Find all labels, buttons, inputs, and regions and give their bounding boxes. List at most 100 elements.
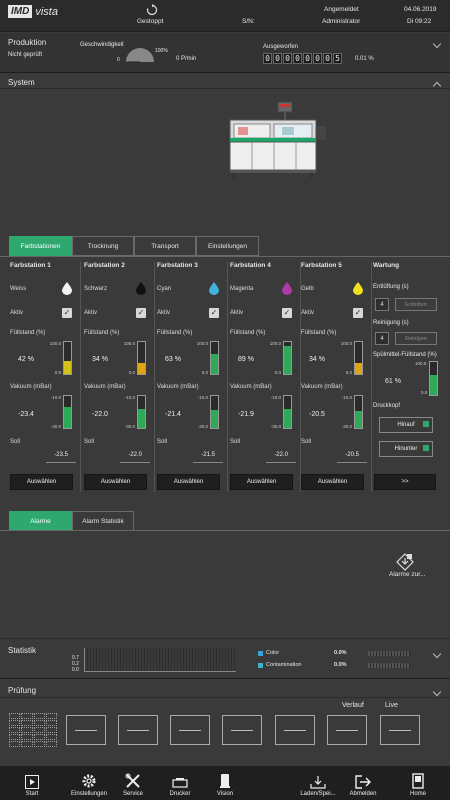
tab-alarme[interactable]: Alarme: [9, 511, 72, 531]
inspection-history-slot[interactable]: [327, 715, 367, 745]
clean-button[interactable]: Reinigen: [395, 332, 437, 345]
color-station: Farbstation 3 Cyan Aktiv ✓ Füllstand (%)…: [155, 262, 228, 492]
inspection-slot[interactable]: [118, 715, 158, 745]
nav-service[interactable]: Service: [118, 766, 148, 800]
date-display: 04.06.2019: [404, 6, 437, 13]
gauge-bottom-label: -30.0: [197, 424, 208, 429]
user-name[interactable]: Administrator: [322, 18, 360, 25]
setpoint-underline: [266, 462, 296, 463]
venting-input[interactable]: 4: [375, 298, 389, 311]
select-button[interactable]: Auswählen: [157, 474, 220, 490]
nav-home[interactable]: Home: [404, 766, 432, 800]
nav-start[interactable]: Start: [14, 766, 50, 800]
color-value: 0.0%: [334, 650, 347, 656]
active-checkbox[interactable]: ✓: [282, 308, 292, 318]
inspection-grid[interactable]: [9, 713, 57, 747]
inspection-slot[interactable]: [170, 715, 210, 745]
tab-einstellungen[interactable]: Einstellungen: [196, 236, 259, 256]
setpoint-value[interactable]: -22.0: [128, 452, 142, 458]
active-checkbox[interactable]: ✓: [209, 308, 219, 318]
more-button[interactable]: >>: [374, 474, 436, 490]
vacuum-label: Vakuum (mBar): [84, 384, 126, 390]
nav-printer[interactable]: Drucker: [166, 766, 194, 800]
chevron-down-icon[interactable]: [432, 649, 442, 659]
gauge-top-label: 100.0: [196, 341, 208, 346]
fill-level-value: 63 %: [165, 356, 181, 363]
setpoint-underline: [337, 462, 367, 463]
printhead-down-button[interactable]: Hinunter: [379, 441, 433, 457]
contamination-value: 0.0%: [334, 662, 347, 668]
logout-icon: [355, 775, 371, 789]
production-status: Nicht geprüft: [8, 52, 43, 58]
inspection-slot[interactable]: [275, 715, 315, 745]
setpoint-value[interactable]: -20.5: [345, 452, 359, 458]
color-trend-bar: [368, 651, 410, 656]
fill-level-gauge: [283, 341, 292, 375]
select-button[interactable]: Auswählen: [301, 474, 364, 490]
gauge-bottom-label: 0.0: [345, 370, 352, 375]
chevron-down-icon[interactable]: [432, 687, 442, 697]
select-button[interactable]: Auswählen: [230, 474, 293, 490]
nav-load-save[interactable]: Laden/Spei...: [296, 766, 340, 800]
setpoint-value[interactable]: -23.5: [54, 452, 68, 458]
gauge-top-label: -10.0: [341, 395, 352, 400]
gauge-bottom-label: -30.0: [124, 424, 135, 429]
gauge-bottom-label: -30.0: [270, 424, 281, 429]
fill-level-label: Füllstand (%): [10, 330, 46, 336]
contamination-label: Contamination: [266, 662, 302, 668]
status-led: [423, 445, 429, 451]
color-name: Cyan: [157, 286, 172, 292]
vacuum-label: Vakuum (mBar): [157, 384, 199, 390]
counter-digit: 0: [313, 53, 322, 64]
counter-digit: 0: [283, 53, 292, 64]
machine-state: Gestoppt: [137, 18, 164, 25]
select-button[interactable]: Auswählen: [84, 474, 147, 490]
login-label: Angemeldet: [324, 6, 359, 13]
gauge-top-label: 100.0: [49, 341, 61, 346]
refresh-icon[interactable]: [146, 4, 158, 16]
inspection-slot[interactable]: [222, 715, 262, 745]
tab-transport[interactable]: Transport: [134, 236, 196, 256]
nav-settings[interactable]: Einstellungen: [66, 766, 112, 800]
empty-dash: [231, 730, 253, 731]
color-name: Weiss: [10, 286, 27, 292]
active-checkbox[interactable]: ✓: [62, 308, 72, 318]
tab-alarm-statistik[interactable]: Alarm Statistik: [72, 511, 134, 531]
alarm-acknowledge-icon[interactable]: [396, 553, 414, 571]
inspection-live-slot[interactable]: [380, 715, 420, 745]
cleaning-input[interactable]: 4: [375, 332, 389, 345]
active-checkbox[interactable]: ✓: [353, 308, 363, 318]
empty-dash: [284, 730, 306, 731]
counter-digit: 5: [333, 53, 342, 64]
setpoint-label: Soll: [230, 439, 241, 445]
vent-button[interactable]: Entlüften: [395, 298, 437, 311]
gauge-fill: [64, 406, 71, 428]
alarm-acknowledge-label[interactable]: Alarme zur...: [389, 571, 425, 578]
setpoint-value[interactable]: -21.5: [201, 452, 215, 458]
maintenance-panel: Wartung Entlüftung (s) 4 Entlüften Reini…: [371, 262, 446, 492]
ink-drop-icon: [209, 282, 219, 295]
printhead-up-button[interactable]: Hinauf: [379, 417, 433, 433]
inspection-slot[interactable]: [66, 715, 106, 745]
gauge-fill: [138, 408, 145, 428]
production-title[interactable]: Produktion: [8, 38, 46, 47]
ejected-label: Ausgeworfen: [263, 44, 299, 50]
statistics-title[interactable]: Statistik: [8, 646, 36, 655]
setpoint-value[interactable]: -22.0: [274, 452, 288, 458]
fill-level-value: 34 %: [92, 356, 108, 363]
select-button[interactable]: Auswählen: [10, 474, 73, 490]
chevron-down-icon[interactable]: [432, 39, 442, 49]
speed-min: 0: [117, 57, 120, 63]
active-checkbox[interactable]: ✓: [136, 308, 146, 318]
nav-vision-label: Vision: [216, 791, 234, 797]
tab-trocknung[interactable]: Trocknung: [72, 236, 134, 256]
inspection-title[interactable]: Prüfung: [8, 686, 36, 695]
system-title[interactable]: System: [8, 78, 35, 87]
setpoint-underline: [120, 462, 150, 463]
gauge-fill: [284, 345, 291, 374]
nav-vision[interactable]: Vision: [212, 766, 238, 800]
gauge-fill: [64, 360, 71, 374]
nav-logout[interactable]: Abmelden: [346, 766, 380, 800]
tab-farbstationen[interactable]: Farbstationen: [9, 236, 72, 256]
counter-digit: 0: [293, 53, 302, 64]
